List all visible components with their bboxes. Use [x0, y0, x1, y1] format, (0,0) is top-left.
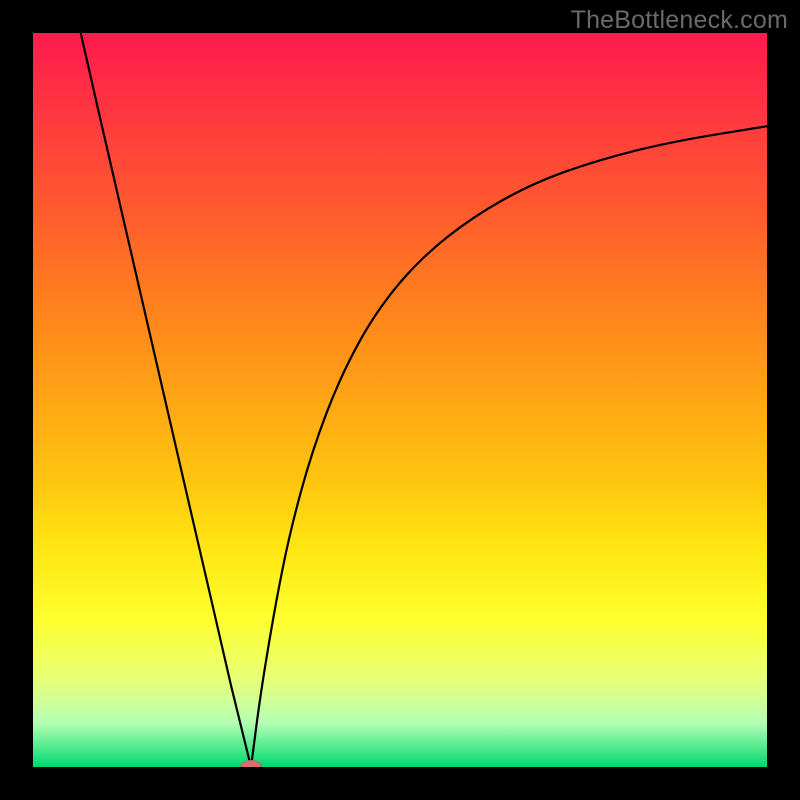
curve-svg	[33, 33, 767, 767]
attribution-text: TheBottleneck.com	[571, 6, 788, 35]
curve-right-branch	[251, 126, 767, 767]
minimum-marker	[241, 760, 262, 767]
chart-frame: TheBottleneck.com	[0, 0, 800, 800]
curve-left-branch	[81, 33, 251, 767]
plot-area	[33, 33, 767, 767]
